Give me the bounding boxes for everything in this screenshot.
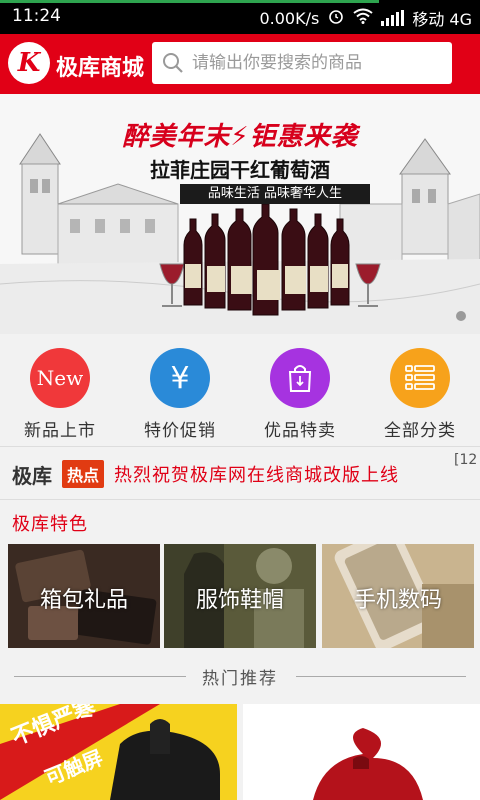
- featured-apparel[interactable]: 服饰鞋帽: [164, 544, 316, 648]
- shopping-bag-icon: [270, 348, 330, 408]
- page-load-progress: [0, 0, 379, 3]
- quick-nav: New 新品上市 ¥ 特价促销 优品特卖 全部分类: [0, 334, 480, 444]
- carousel-indicator[interactable]: [456, 311, 466, 321]
- banner-headline: 醉美年末⚡钜惠来袭: [122, 122, 358, 152]
- status-bar: 11:24 0.00K/s 移动 4G: [0, 0, 480, 34]
- alarm-icon: [327, 7, 345, 29]
- hot-badge: 热点: [62, 460, 105, 488]
- quick-nav-label: 优品特卖: [264, 421, 336, 441]
- featured-label: 箱包礼品: [39, 588, 128, 613]
- quick-nav-premium-sale[interactable]: 优品特卖: [240, 348, 360, 441]
- banner-tagline: 品味生活 品味奢华人生: [180, 184, 370, 204]
- list-icon: [390, 348, 450, 408]
- status-right: 0.00K/s 移动 4G: [259, 6, 472, 30]
- wifi-icon: [353, 8, 373, 28]
- app-header: K 极库商城: [0, 34, 480, 94]
- yen-icon: ¥: [150, 348, 210, 408]
- search-icon: [163, 53, 183, 73]
- network-speed: 0.00K/s: [259, 8, 320, 28]
- quick-nav-new-arrivals[interactable]: New 新品上市: [0, 348, 120, 441]
- status-time: 11:24: [12, 6, 61, 26]
- new-icon: New: [30, 348, 90, 408]
- carrier-label: 移动 4G: [412, 10, 472, 29]
- news-date: [12: [454, 452, 478, 468]
- featured-label: 手机数码: [353, 588, 442, 613]
- news-brand: 极库: [12, 464, 52, 488]
- quick-nav-special-offers[interactable]: ¥ 特价促销: [120, 348, 240, 441]
- banner-subhead: 拉菲庄园干红葡萄酒: [150, 158, 330, 182]
- quick-nav-label: 新品上市: [24, 421, 96, 441]
- featured-bags-gifts[interactable]: 箱包礼品: [8, 544, 160, 648]
- search-bar[interactable]: [152, 42, 452, 84]
- featured-label: 服饰鞋帽: [195, 588, 284, 613]
- product-card-gloves[interactable]: 不惧严寒 可触屏: [0, 704, 237, 800]
- logo-icon[interactable]: K: [8, 42, 50, 84]
- search-input[interactable]: [190, 52, 444, 74]
- hot-section-header: 热门推荐: [0, 662, 480, 692]
- hot-products: 不惧严寒 可触屏: [0, 704, 480, 800]
- quick-nav-label: 全部分类: [384, 421, 456, 441]
- featured-grid: 箱包礼品 服饰鞋帽 手机数码: [0, 544, 480, 648]
- signal-icon: [381, 10, 405, 26]
- brand-name: 极库商城: [56, 56, 145, 81]
- quick-nav-all-categories[interactable]: 全部分类: [360, 348, 480, 441]
- quick-nav-label: 特价促销: [144, 421, 216, 441]
- product-card-bow[interactable]: [243, 704, 480, 800]
- news-ticker[interactable]: 极库 热点 热烈祝贺极库网在线商城改版上线 [12: [0, 446, 480, 500]
- news-headline[interactable]: 热烈祝贺极库网在线商城改版上线: [114, 461, 399, 487]
- bow-image: [243, 704, 480, 800]
- featured-phones-digital[interactable]: 手机数码: [322, 544, 474, 648]
- hot-section-title: 热门推荐: [202, 669, 278, 689]
- promo-banner[interactable]: 醉美年末⚡钜惠来袭 拉菲庄园干红葡萄酒 品味生活 品味奢华人生: [0, 94, 480, 334]
- featured-section-title: 极库特色: [12, 514, 88, 535]
